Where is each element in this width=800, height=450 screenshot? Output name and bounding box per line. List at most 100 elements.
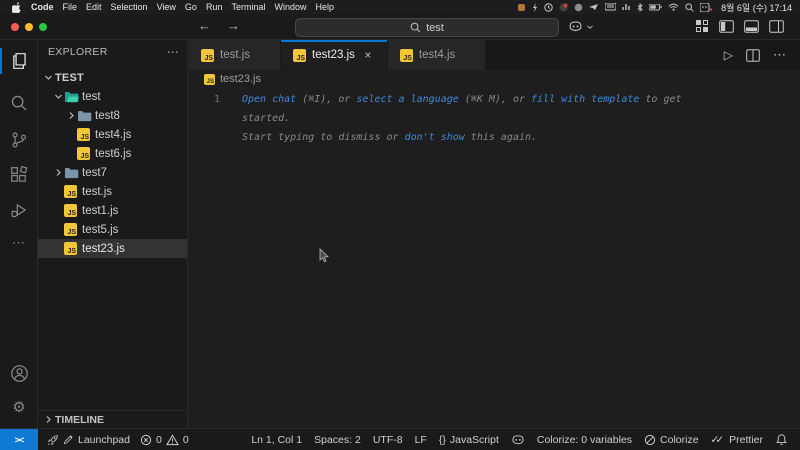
file-tree: TEST test test8 JS test4.js JS test6.js … <box>38 68 187 258</box>
battery-icon[interactable] <box>649 3 662 11</box>
menu-go[interactable]: Go <box>185 2 197 12</box>
navigate-forward-button[interactable]: → <box>227 18 240 33</box>
chevron-right-icon <box>52 168 64 177</box>
tab-bar: JS test.js JS test23.js × JS test4.js ▷ … <box>189 40 800 70</box>
tree-file-test5[interactable]: JS test5.js <box>38 220 187 239</box>
zoom-window-button[interactable] <box>39 23 47 31</box>
ghost-text-line1: Open chat (⌘I), or select a language (⌘K… <box>242 94 682 105</box>
tab-test23-js-active[interactable]: JS test23.js × <box>281 40 388 70</box>
copilot-status-button[interactable] <box>505 433 531 447</box>
minimize-window-button[interactable] <box>25 23 33 31</box>
gray-app-icon[interactable] <box>574 3 583 12</box>
prettier-button[interactable]: ✓✓ Prettier <box>705 434 769 446</box>
bolt-icon[interactable] <box>532 2 538 12</box>
dont-show-link[interactable]: don't show <box>405 132 465 143</box>
menubar-clock[interactable]: 8월 6일 (수) 17:14 <box>721 1 792 14</box>
colorize-button[interactable]: Colorize <box>638 434 705 446</box>
tree-folder-test[interactable]: test <box>38 87 187 106</box>
tree-file-test4[interactable]: JS test4.js <box>38 125 187 144</box>
chevron-down-icon <box>586 23 594 31</box>
menu-code[interactable]: Code <box>31 2 54 12</box>
copilot-icon <box>511 433 525 447</box>
notifications-bell-icon[interactable] <box>769 433 794 446</box>
chevron-right-icon <box>44 415 53 424</box>
fill-template-link[interactable]: fill with template <box>531 94 639 105</box>
keyboard-icon[interactable] <box>605 3 617 11</box>
menu-terminal[interactable]: Terminal <box>231 2 265 12</box>
spotlight-search-icon[interactable] <box>685 2 694 12</box>
tree-folder-test7[interactable]: test7 <box>38 163 187 182</box>
app-status-icon[interactable] <box>517 3 526 12</box>
toggle-panel-icon[interactable] <box>744 19 759 33</box>
menu-run[interactable]: Run <box>206 2 223 12</box>
tree-folder-test8[interactable]: test8 <box>38 106 187 125</box>
activity-bar: ⋯ ⚙ <box>0 40 38 428</box>
source-control-icon[interactable] <box>0 127 38 153</box>
remote-indicator-button[interactable]: >< <box>0 428 38 450</box>
colorize-variables-button[interactable]: Colorize: 0 variables <box>531 434 638 446</box>
copilot-menu-button[interactable] <box>568 19 594 34</box>
tab-test4-js[interactable]: JS test4.js <box>387 40 487 70</box>
tab-test-js[interactable]: JS test.js <box>189 40 282 70</box>
toggle-secondary-sidebar-icon[interactable] <box>769 19 784 33</box>
launchpad-status-button[interactable]: Launchpad <box>42 434 135 446</box>
menu-file[interactable]: File <box>63 2 78 12</box>
run-file-button[interactable]: ▷ <box>724 48 733 62</box>
badge-app-icon[interactable] <box>559 3 568 12</box>
menu-help[interactable]: Help <box>315 2 334 12</box>
menu-selection[interactable]: Selection <box>111 2 148 12</box>
js-file-icon: JS <box>64 185 77 198</box>
plane-icon[interactable] <box>589 3 599 11</box>
extensions-icon[interactable] <box>0 162 38 188</box>
indentation-button[interactable]: Spaces: 2 <box>308 434 367 446</box>
timeline-section[interactable]: TIMELINE <box>38 410 187 428</box>
bluetooth-icon[interactable] <box>637 2 643 12</box>
navigate-back-button[interactable]: ← <box>198 18 211 33</box>
split-editor-icon[interactable] <box>746 48 760 62</box>
close-tab-icon[interactable]: × <box>361 48 375 62</box>
user-status-icon[interactable] <box>700 2 713 12</box>
breadcrumb[interactable]: JS test23.js <box>189 70 800 88</box>
copilot-icon <box>568 19 583 34</box>
tree-file-test[interactable]: JS test.js <box>38 182 187 201</box>
problems-status-button[interactable]: 0 0 <box>135 434 194 446</box>
braces-icon: {} <box>438 433 446 446</box>
menu-edit[interactable]: Edit <box>86 2 102 12</box>
command-center-search[interactable]: test <box>295 18 559 37</box>
error-icon <box>140 434 152 446</box>
wifi-icon[interactable] <box>668 3 679 11</box>
ghost-text-line2: started. <box>242 113 291 124</box>
editor-more-actions-icon[interactable]: ⋯ <box>773 47 787 63</box>
customize-layout-icon[interactable] <box>695 19 709 33</box>
apple-logo-icon[interactable] <box>12 1 21 13</box>
settings-gear-icon[interactable]: ⚙ <box>0 394 38 420</box>
language-mode-button[interactable]: {} JavaScript <box>433 434 505 446</box>
mouse-cursor <box>318 248 330 264</box>
js-file-icon: JS <box>201 48 214 62</box>
explorer-more-actions-icon[interactable]: ⋯ <box>167 45 179 59</box>
encoding-button[interactable]: UTF-8 <box>367 434 409 446</box>
brush-icon <box>63 434 74 445</box>
code-area[interactable]: 1 Open chat (⌘I), or select a language (… <box>189 90 800 147</box>
tree-file-test23-selected[interactable]: JS test23.js <box>38 239 187 258</box>
close-window-button[interactable] <box>11 23 19 31</box>
tree-root-test[interactable]: TEST <box>38 68 187 87</box>
js-file-icon: JS <box>64 242 77 255</box>
menu-view[interactable]: View <box>157 2 176 12</box>
accounts-icon[interactable] <box>0 360 38 386</box>
cursor-position-button[interactable]: Ln 1, Col 1 <box>245 434 308 446</box>
toggle-primary-sidebar-icon[interactable] <box>719 19 734 33</box>
menubar-status-area: 8월 6일 (수) 17:14 <box>517 1 800 14</box>
tree-file-test1[interactable]: JS test1.js <box>38 201 187 220</box>
run-debug-icon[interactable] <box>0 197 38 223</box>
tree-file-test6[interactable]: JS test6.js <box>38 144 187 163</box>
explorer-icon[interactable] <box>0 48 38 74</box>
stats-icon[interactable] <box>622 3 631 11</box>
clock-icon[interactable] <box>544 2 553 12</box>
select-language-link[interactable]: select a language <box>356 94 458 105</box>
additional-views-icon[interactable]: ⋯ <box>0 230 38 256</box>
eol-button[interactable]: LF <box>409 434 433 446</box>
menu-window[interactable]: Window <box>274 2 306 12</box>
search-view-icon[interactable] <box>0 90 38 116</box>
open-chat-link[interactable]: Open chat <box>242 94 296 105</box>
